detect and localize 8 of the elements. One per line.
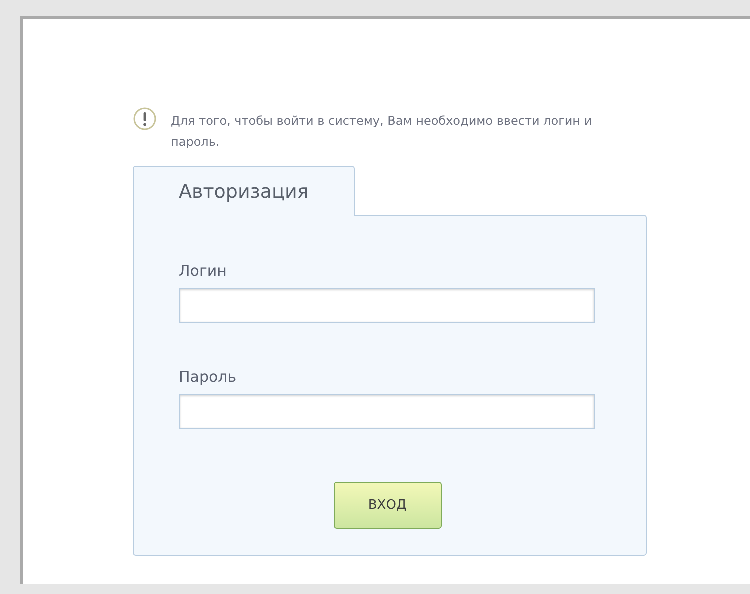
input-field[interactable] [179,394,595,429]
warning-icon [133,107,157,131]
login-button[interactable]: ВХОД [334,482,442,529]
input-field[interactable] [179,288,595,323]
field-label: Логин [179,262,228,280]
login-tab[interactable]: Авторизация [133,166,355,216]
field-label: Пароль [179,368,238,386]
notice-text: Для того, чтобы войти в систему, Вам необходимо ввести логин и пароль. [171,113,594,151]
